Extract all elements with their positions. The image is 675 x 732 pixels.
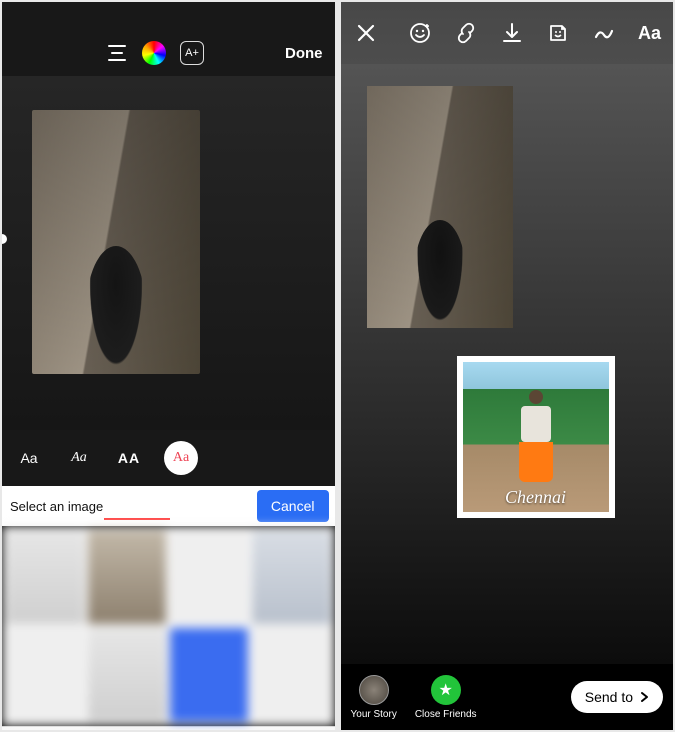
image-picker-grid[interactable] — [2, 526, 335, 726]
text-effect-icon[interactable] — [180, 41, 204, 65]
image-picker-header: Select an image Cancel — [2, 486, 335, 526]
effects-icon[interactable] — [408, 21, 432, 45]
font-style-row: Aa Aa AA Aa — [2, 430, 335, 486]
image-picker-title: Select an image — [10, 499, 103, 514]
keyboard-toolbar: abc GIF — [2, 726, 335, 730]
picker-thumbnail[interactable] — [6, 530, 84, 624]
photo-figure — [515, 390, 557, 486]
draw-icon[interactable] — [592, 21, 616, 45]
font-option-2[interactable]: Aa — [64, 450, 94, 466]
picker-tab-underline — [104, 518, 170, 520]
font-option-3[interactable]: AA — [114, 450, 144, 466]
send-to-button[interactable]: Send to — [571, 681, 663, 713]
close-friends-label: Close Friends — [415, 709, 477, 720]
story-background-photo — [32, 110, 200, 374]
font-option-4-selected[interactable]: Aa — [164, 441, 198, 475]
story-canvas[interactable] — [2, 76, 335, 430]
text-align-icon[interactable] — [106, 44, 128, 62]
collage-photo-1[interactable] — [367, 86, 513, 328]
send-to-label: Send to — [585, 689, 633, 705]
text-size-slider-handle[interactable] — [2, 234, 7, 244]
close-friends-button[interactable]: ★ Close Friends — [415, 675, 477, 720]
picker-thumbnail[interactable] — [88, 628, 166, 722]
story-canvas[interactable]: Chennai — [341, 64, 674, 664]
your-story-button[interactable]: Your Story — [351, 675, 397, 720]
left-screenshot: Done Aa Aa AA Aa Select an image Cancel … — [2, 2, 335, 730]
picker-thumbnail[interactable] — [170, 628, 248, 722]
story-text-toolbar: Done — [2, 30, 335, 76]
font-option-1[interactable]: Aa — [14, 450, 44, 466]
collage-photo-2[interactable]: Chennai — [457, 356, 615, 518]
link-icon[interactable] — [454, 21, 478, 45]
chevron-right-icon — [637, 690, 651, 704]
text-tool-button[interactable]: Aa — [638, 23, 661, 44]
close-friends-star-icon: ★ — [431, 675, 461, 705]
your-story-label: Your Story — [351, 709, 397, 720]
close-icon[interactable] — [355, 22, 377, 44]
picker-thumbnail[interactable] — [88, 530, 166, 624]
download-icon[interactable] — [500, 21, 524, 45]
picker-thumbnail[interactable] — [170, 530, 248, 624]
picker-thumbnail[interactable] — [6, 628, 84, 722]
collage-caption: Chennai — [505, 487, 566, 508]
color-picker-icon[interactable] — [142, 41, 166, 65]
picker-thumbnail[interactable] — [252, 628, 330, 722]
sticker-icon[interactable] — [546, 21, 570, 45]
collage-photo-2-content: Chennai — [463, 362, 609, 512]
cancel-button[interactable]: Cancel — [257, 490, 329, 522]
picker-thumbnail[interactable] — [252, 530, 330, 624]
done-button[interactable]: Done — [285, 45, 323, 62]
right-screenshot: Aa Chennai Your Story ★ Close Friends — [341, 2, 674, 730]
story-share-bar: Your Story ★ Close Friends Send to — [341, 664, 674, 730]
your-story-avatar-icon — [359, 675, 389, 705]
status-bar — [2, 2, 335, 30]
story-editor-toolbar: Aa — [341, 2, 674, 64]
